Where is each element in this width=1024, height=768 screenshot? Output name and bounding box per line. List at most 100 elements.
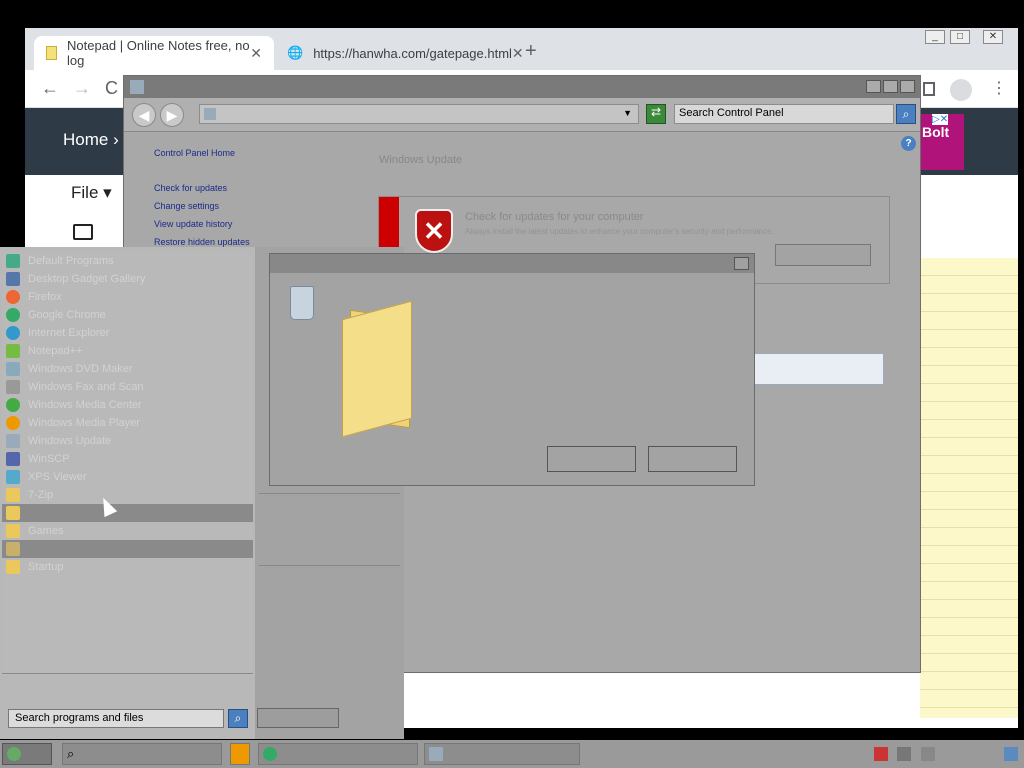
search-input[interactable]: Search programs and files xyxy=(8,709,224,728)
help-icon[interactable]: ? xyxy=(901,136,916,151)
list-item[interactable]: Windows Media Player xyxy=(2,414,253,432)
program-label: Default Programs xyxy=(28,255,114,267)
list-item[interactable]: Windows Fax and Scan xyxy=(2,378,253,396)
list-item[interactable]: Startup xyxy=(2,558,253,576)
sidebar-link-home[interactable]: Control Panel Home xyxy=(154,148,235,158)
search-input[interactable]: Search Control Panel xyxy=(674,104,894,124)
shutdown-button[interactable] xyxy=(257,708,339,728)
list-item[interactable] xyxy=(2,540,253,558)
file-menu[interactable]: File ▾ xyxy=(71,183,112,203)
close-tab-icon[interactable]: ✕ xyxy=(512,45,524,62)
list-item[interactable]: Notepad++ xyxy=(2,342,253,360)
refresh-icon[interactable]: ⇄ xyxy=(646,104,666,124)
list-item[interactable]: WinSCP xyxy=(2,450,253,468)
cancel-button[interactable] xyxy=(648,446,737,472)
home-link[interactable]: Home › xyxy=(63,130,119,150)
dialog-title-bar xyxy=(270,254,754,273)
divider xyxy=(259,565,400,566)
folder-icon xyxy=(6,488,20,502)
list-item[interactable]: Firefox xyxy=(2,288,253,306)
network-icon[interactable] xyxy=(897,747,911,761)
start-button[interactable] xyxy=(2,743,52,765)
ie-icon xyxy=(6,326,20,340)
maximize-button[interactable] xyxy=(883,80,898,93)
maximize-button[interactable]: □ xyxy=(950,30,970,44)
taskbar-chrome[interactable] xyxy=(258,743,418,765)
media-center-icon xyxy=(6,398,20,412)
program-label: Windows Fax and Scan xyxy=(28,381,144,393)
taskbar-control-panel[interactable] xyxy=(424,743,580,765)
list-item[interactable]: Google Chrome xyxy=(2,306,253,324)
taskbar: ⌕ xyxy=(0,740,1024,768)
list-item[interactable]: Default Programs xyxy=(2,252,253,270)
program-label: XPS Viewer xyxy=(28,471,87,483)
tab-hanwha[interactable]: 🌐 https://hanwha.com/gatepage.html ✕ xyxy=(277,36,524,70)
program-label: WinSCP xyxy=(28,453,70,465)
check-updates-button[interactable] xyxy=(775,244,871,266)
back-button[interactable]: ← xyxy=(41,78,59,99)
notes-area[interactable] xyxy=(920,258,1018,718)
reload-button[interactable]: C xyxy=(105,78,118,99)
sidebar-link-check[interactable]: Check for updates xyxy=(154,183,227,193)
address-bar-area: ◀ ▶ ▼ ⇄ Search Control Panel ⌕ xyxy=(124,98,920,132)
status-subtext: Always install the latest updates to enh… xyxy=(465,227,774,236)
ad-choices-icon[interactable]: ▷✕ xyxy=(932,114,949,125)
list-item[interactable]: 7-Zip xyxy=(2,486,253,504)
search-icon[interactable]: ⌕ xyxy=(228,709,248,728)
list-item[interactable]: XPS Viewer xyxy=(2,468,253,486)
update-icon xyxy=(6,434,20,448)
list-item[interactable]: Windows Update xyxy=(2,432,253,450)
volume-icon[interactable] xyxy=(921,747,935,761)
new-tab-button[interactable]: + xyxy=(525,40,537,63)
media-player-icon[interactable] xyxy=(230,743,250,765)
media-player-icon xyxy=(6,416,20,430)
action-center-flag-icon[interactable] xyxy=(874,747,888,761)
taskbar-search[interactable]: ⌕ xyxy=(62,743,222,765)
forward-button[interactable]: → xyxy=(73,78,91,99)
search-icon[interactable]: ⌕ xyxy=(896,104,916,124)
list-item[interactable]: Games xyxy=(2,522,253,540)
list-item[interactable]: Windows DVD Maker xyxy=(2,360,253,378)
shield-error-icon: ✕ xyxy=(415,209,453,253)
location-icon xyxy=(204,108,216,120)
ok-button[interactable] xyxy=(547,446,636,472)
minimize-button[interactable]: _ xyxy=(925,30,945,44)
folder-icon[interactable] xyxy=(73,224,93,240)
close-button[interactable] xyxy=(900,80,915,93)
app-icon xyxy=(6,254,20,268)
chrome-icon xyxy=(6,308,20,322)
list-item[interactable]: Internet Explorer xyxy=(2,324,253,342)
close-window-button[interactable]: ✕ xyxy=(983,30,1003,44)
notepad-favicon-icon xyxy=(46,46,57,60)
sidebar-link-history[interactable]: View update history xyxy=(154,219,232,229)
tab-notepad[interactable]: Notepad | Online Notes free, no log ✕ xyxy=(34,36,274,70)
list-item[interactable]: Windows Media Center xyxy=(2,396,253,414)
program-list: Default Programs Desktop Gadget Gallery … xyxy=(2,251,253,676)
chevron-down-icon[interactable]: ▼ xyxy=(623,108,632,118)
close-button[interactable] xyxy=(734,257,749,270)
input-box[interactable] xyxy=(754,353,884,385)
status-bar xyxy=(379,197,399,249)
show-desktop-icon[interactable] xyxy=(1004,747,1018,761)
title-bar xyxy=(124,76,920,98)
back-button[interactable]: ◀ xyxy=(132,103,156,127)
ad-text: Bolt xyxy=(922,124,950,140)
menu-icon[interactable]: ⋮ xyxy=(991,78,1007,98)
dvd-icon xyxy=(6,362,20,376)
forward-button[interactable]: ▶ xyxy=(160,103,184,127)
close-tab-icon[interactable]: ✕ xyxy=(250,45,262,62)
sidebar-link-settings[interactable]: Change settings xyxy=(154,201,219,211)
program-label: Windows Media Center xyxy=(28,399,142,411)
fax-icon xyxy=(6,380,20,394)
profile-avatar[interactable] xyxy=(950,79,972,101)
program-label: Windows Media Player xyxy=(28,417,140,429)
list-item[interactable]: Desktop Gadget Gallery xyxy=(2,270,253,288)
sidebar-icon[interactable] xyxy=(923,82,935,96)
program-label: Google Chrome xyxy=(28,309,106,321)
list-item[interactable] xyxy=(2,504,253,522)
folder-icon xyxy=(342,300,412,438)
address-bar[interactable]: ▼ xyxy=(199,104,639,124)
sidebar-link-restore[interactable]: Restore hidden updates xyxy=(154,237,250,247)
minimize-button[interactable] xyxy=(866,80,881,93)
program-label: Startup xyxy=(28,561,64,573)
